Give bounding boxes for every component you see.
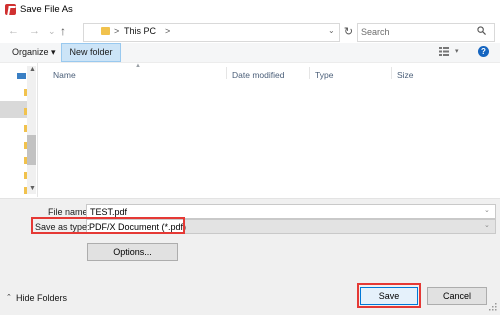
column-divider[interactable] xyxy=(309,67,310,79)
file-list[interactable] xyxy=(38,63,500,197)
nav-scrollbar[interactable] xyxy=(27,66,36,194)
new-folder-button[interactable]: New folder xyxy=(61,43,121,62)
nav-scrollbar-thumb[interactable] xyxy=(27,135,36,165)
column-header-name[interactable]: Name xyxy=(53,70,76,80)
nav-scroll-down-button[interactable]: ▼ xyxy=(29,185,36,192)
view-dropdown-icon[interactable]: ▾ xyxy=(455,47,459,55)
save-as-type-highlight xyxy=(31,217,185,234)
resize-grip-icon[interactable] xyxy=(488,302,497,311)
view-options-icon[interactable] xyxy=(439,47,449,56)
back-button[interactable]: ← xyxy=(8,25,19,37)
search-icon xyxy=(477,26,486,35)
title-bar xyxy=(0,0,500,20)
recent-locations-button[interactable]: ⌄ xyxy=(48,25,56,37)
breadcrumb-separator[interactable]: > xyxy=(114,26,119,36)
file-name-label: File name: xyxy=(48,207,91,217)
address-bar[interactable] xyxy=(83,23,340,42)
forward-button[interactable]: → xyxy=(29,25,40,37)
column-divider[interactable] xyxy=(391,67,392,79)
hide-folders-caret-icon[interactable]: ⌃ xyxy=(6,293,12,301)
file-name-value[interactable]: TEST.pdf xyxy=(90,207,127,217)
save-button[interactable]: Save xyxy=(360,287,418,305)
sort-indicator-icon: ▲ xyxy=(135,63,141,69)
breadcrumb-separator[interactable]: > xyxy=(165,26,170,36)
folder-icon xyxy=(101,27,110,35)
breadcrumb-this-pc[interactable]: This PC xyxy=(124,26,156,36)
refresh-button[interactable]: ↻ xyxy=(341,23,356,41)
column-header-size[interactable]: Size xyxy=(397,70,414,80)
address-dropdown-button[interactable]: ⌄ xyxy=(328,26,335,35)
cancel-button[interactable]: Cancel xyxy=(427,287,487,305)
window-title: Save File As xyxy=(20,4,73,15)
nav-scroll-up-button[interactable]: ▲ xyxy=(29,66,36,73)
file-name-dropdown-icon[interactable]: ⌄ xyxy=(484,206,490,214)
options-button[interactable]: Options... xyxy=(87,243,178,261)
hide-folders-button[interactable]: Hide Folders xyxy=(16,293,67,303)
column-header-date-modified[interactable]: Date modified xyxy=(232,70,284,80)
organize-button[interactable]: Organize ▾ xyxy=(12,47,56,58)
up-button[interactable]: ↑ xyxy=(60,24,66,38)
help-button[interactable]: ? xyxy=(478,46,489,57)
app-logo-icon xyxy=(5,4,16,15)
save-as-type-dropdown-icon[interactable]: ⌄ xyxy=(484,221,490,229)
column-divider[interactable] xyxy=(226,67,227,79)
column-header-type[interactable]: Type xyxy=(315,70,333,80)
this-pc-icon[interactable] xyxy=(17,73,26,79)
search-placeholder: Search xyxy=(361,27,390,37)
nav-selected-item[interactable] xyxy=(0,101,27,118)
